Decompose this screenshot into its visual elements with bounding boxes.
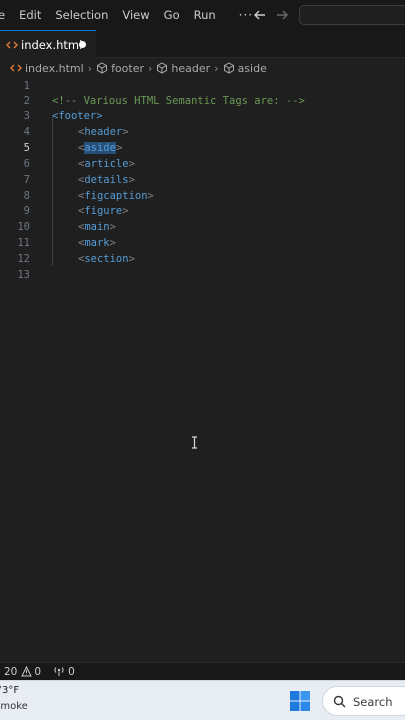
line-number: 13 [17, 269, 30, 281]
footer-tag: <footer> [52, 110, 103, 122]
weather-temperature[interactable]: °3°F [0, 685, 19, 696]
html-file-icon [6, 41, 18, 49]
tag-figcaption: <figcaption> [78, 190, 154, 202]
tag-details: <details> [78, 174, 135, 186]
code-line: 10 <main> [0, 219, 405, 235]
tag-figure: <figure> [78, 205, 129, 217]
back-button[interactable] [252, 0, 268, 30]
warning-count: 0 [34, 665, 42, 678]
warning-icon [21, 666, 33, 677]
element-cube-icon [157, 62, 168, 74]
line-number: 10 [17, 221, 30, 233]
code-line: 8 <figcaption> [0, 188, 405, 204]
breadcrumb-footer[interactable]: footer [96, 62, 144, 75]
code-line: 6 <article> [0, 156, 405, 172]
menu-go[interactable]: Go [157, 0, 187, 30]
line-number: 7 [23, 174, 30, 186]
indent-guide [52, 116, 53, 266]
ports-indicator[interactable]: 0 [53, 666, 75, 678]
tab-label: index.html [21, 38, 83, 52]
breadcrumb-label: index.html [25, 61, 84, 75]
line-number: 9 [23, 205, 30, 217]
line-number: 1 [23, 80, 30, 92]
code-line-current: 5 <aside> [0, 140, 405, 156]
code-line: 12 <section> [0, 251, 405, 267]
selected-text: aside [84, 142, 116, 154]
tag-mark: <mark> [78, 237, 116, 249]
status-bar: 20 0 0 [0, 662, 405, 680]
weather-description[interactable]: Smoke [0, 701, 28, 712]
line-number: 2 [23, 95, 30, 107]
chevron-right-icon: › [148, 61, 153, 75]
chevron-right-icon: › [87, 61, 93, 75]
code-line: 13 [0, 267, 405, 283]
code-line: 4 <header> [0, 124, 405, 140]
html-file-icon [10, 64, 22, 72]
breadcrumb-label: header [171, 61, 211, 75]
tab-index-html[interactable]: index.html [0, 30, 96, 58]
unsaved-dot-icon[interactable] [79, 41, 86, 48]
code-line: 3 <footer> [0, 108, 405, 124]
line-number: 11 [17, 237, 30, 249]
line-number: 12 [17, 253, 30, 265]
arrow-left-icon [254, 10, 265, 20]
breadcrumb-file[interactable]: index.html [10, 62, 84, 75]
problems-indicator[interactable]: 20 0 [4, 666, 41, 678]
broadcast-icon [54, 667, 64, 676]
code-editor[interactable]: 1 2 <!-- Various HTML Semantic Tags are:… [0, 78, 405, 662]
windows-taskbar: °3°F Smoke Search [0, 680, 405, 720]
tag-section: <section> [78, 253, 135, 265]
code-line: 2 <!-- Various HTML Semantic Tags are: -… [0, 93, 405, 109]
search-icon [333, 695, 346, 708]
chevron-right-icon: › [214, 61, 219, 75]
ports-count: 0 [68, 665, 75, 678]
breadcrumb-header[interactable]: header [156, 62, 210, 75]
menu-file[interactable]: e [0, 0, 12, 30]
code-line: 11 <mark> [0, 235, 405, 251]
tag-main: <main> [78, 221, 116, 233]
tag-header: <header> [78, 126, 129, 138]
breadcrumb-label: aside [237, 61, 267, 75]
command-center[interactable] [299, 5, 405, 25]
taskbar-search[interactable]: Search [322, 686, 405, 716]
element-cube-icon [97, 62, 108, 74]
forward-button[interactable] [274, 0, 290, 30]
line-number: 4 [23, 126, 30, 138]
breadcrumb-label: footer [111, 61, 144, 75]
tag-aside: <aside> [78, 142, 123, 154]
element-cube-icon [223, 62, 234, 74]
menu-view[interactable]: View [115, 0, 156, 30]
search-label: Search [353, 695, 393, 709]
html-comment: <!-- Various HTML Semantic Tags are: --> [52, 95, 305, 107]
arrow-right-icon [277, 10, 288, 20]
menu-run[interactable]: Run [187, 0, 223, 30]
code-line: 9 <figure> [0, 203, 405, 219]
menu-edit[interactable]: Edit [12, 0, 48, 30]
code-line: 7 <details> [0, 172, 405, 188]
line-number: 5 [23, 142, 30, 154]
breadcrumb: index.html › footer › header › aside [0, 58, 405, 78]
line-number: 3 [23, 110, 30, 122]
menu-selection[interactable]: Selection [48, 0, 115, 30]
line-number: 6 [23, 158, 30, 170]
error-count: 20 [4, 665, 18, 678]
text-cursor-icon [192, 436, 197, 449]
tab-bar: index.html [0, 30, 405, 58]
code-line: 1 [0, 78, 405, 94]
line-number: 8 [23, 190, 30, 202]
tag-article: <article> [78, 158, 135, 170]
windows-start-icon[interactable] [290, 691, 310, 711]
breadcrumb-aside[interactable]: aside [223, 62, 267, 75]
